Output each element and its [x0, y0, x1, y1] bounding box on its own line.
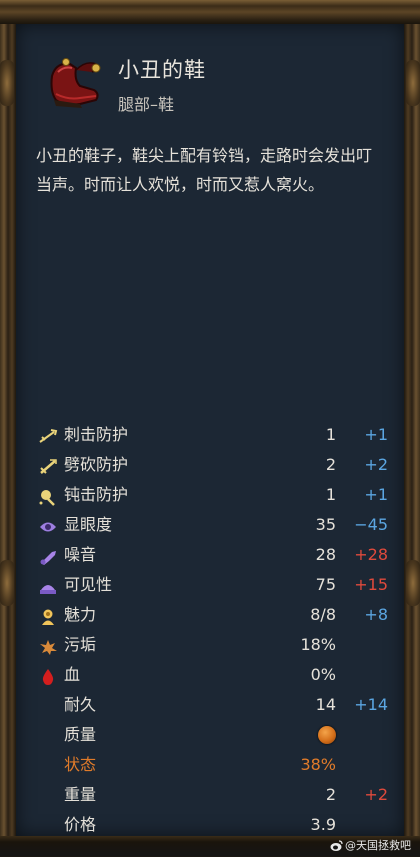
- stat-value: 75: [315, 575, 336, 594]
- stat-row-visibility: 可见性 75 +15: [0, 570, 420, 600]
- stat-modifier: +28: [354, 545, 388, 564]
- frame-top-border: [0, 0, 420, 24]
- stat-label: 污垢: [64, 635, 97, 654]
- stat-label: 魅力: [64, 605, 97, 624]
- stat-label: 血: [64, 665, 81, 684]
- stat-row-blood: 血 0%: [0, 660, 420, 690]
- stat-label: 重量: [64, 785, 97, 804]
- stat-value: 0%: [310, 665, 336, 684]
- stat-row-blunt: 钝击防护 1 +1: [0, 480, 420, 510]
- stat-modifier: +1: [364, 425, 388, 444]
- watermark-text: @天国拯救吧: [345, 839, 411, 852]
- frame-ornament: [0, 60, 14, 106]
- item-slot: 腿部–鞋: [118, 95, 175, 114]
- stat-value: 38%: [300, 755, 336, 774]
- blunt-protection-icon: [38, 486, 58, 506]
- stat-label: 耐久: [64, 695, 97, 714]
- stat-value: 35: [315, 515, 336, 534]
- jester-shoe-icon: [46, 54, 102, 110]
- stat-modifier: +14: [354, 695, 388, 714]
- charisma-icon: [38, 606, 58, 625]
- item-description: 小丑的鞋子，鞋尖上配有铃铛，走路时会发出叮当声。时而让人欢悦，时而又惹人窝火。: [36, 146, 373, 194]
- stat-row-noise: 噪音 28 +28: [0, 540, 420, 570]
- stat-row-weight: 重量 2 +2: [0, 780, 420, 810]
- stat-modifier: +8: [364, 605, 388, 624]
- quality-coin-icon: [318, 726, 336, 744]
- stat-label: 噪音: [64, 545, 97, 564]
- stat-row-condition: 状态 38%: [0, 750, 420, 780]
- stat-row-durability: 耐久 14 +14: [0, 690, 420, 720]
- stat-row-charisma: 魅力 8/8 +8: [0, 600, 420, 630]
- weibo-icon: [330, 840, 343, 852]
- item-name: 小丑的鞋: [118, 58, 206, 82]
- frame-ornament: [406, 60, 420, 106]
- stat-modifier: +2: [364, 785, 388, 804]
- stat-value: 8/8: [310, 605, 336, 624]
- stat-value: 2: [325, 785, 336, 804]
- stat-row-stab: 刺击防护 1 +1: [0, 420, 420, 450]
- stab-protection-icon: [38, 426, 58, 444]
- stat-value: 1: [325, 485, 336, 504]
- stat-label: 刺击防护: [64, 425, 129, 444]
- blood-icon: [38, 666, 58, 685]
- stat-label: 钝击防护: [64, 485, 129, 504]
- slash-protection-icon: [38, 456, 58, 474]
- visibility-icon: [38, 576, 58, 594]
- stat-value: 1: [325, 425, 336, 444]
- stat-label: 劈砍防护: [64, 455, 129, 474]
- stat-modifier: +15: [354, 575, 388, 594]
- stat-row-conspicuousness: 显眼度 35 −45: [0, 510, 420, 540]
- noise-icon: [38, 546, 58, 565]
- stat-row-dirt: 污垢 18%: [0, 630, 420, 660]
- dirt-icon: [38, 636, 58, 655]
- stat-modifier: −45: [354, 515, 388, 534]
- stat-modifier: +2: [364, 455, 388, 474]
- stat-row-quality: 质量: [0, 720, 420, 750]
- stat-value: 18%: [300, 635, 336, 654]
- stat-value: 14: [315, 695, 336, 714]
- stat-row-slash: 劈砍防护 2 +2: [0, 450, 420, 480]
- stat-label: 质量: [64, 725, 97, 744]
- conspicuousness-icon: [38, 516, 58, 534]
- stat-value: 2: [325, 455, 336, 474]
- stat-modifier: +1: [364, 485, 388, 504]
- stat-label: 状态: [64, 755, 97, 774]
- stat-value: 28: [315, 545, 336, 564]
- stat-label: 可见性: [64, 575, 113, 594]
- stat-label: 显眼度: [64, 515, 113, 534]
